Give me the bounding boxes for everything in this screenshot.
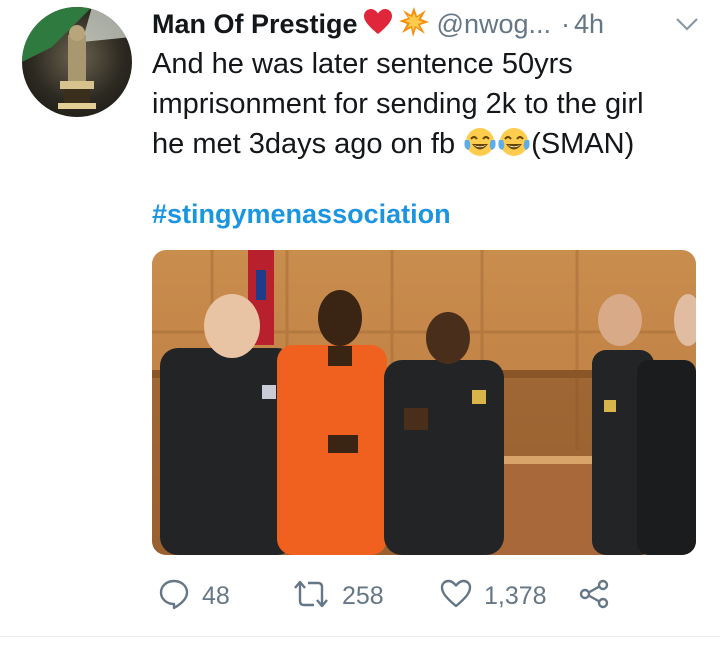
like-button[interactable]: 1,378 bbox=[440, 576, 547, 616]
face-with-tears-of-joy-emoji bbox=[497, 126, 531, 169]
reply-button[interactable]: 48 bbox=[158, 576, 230, 616]
reply-icon bbox=[158, 578, 190, 615]
red-heart-emoji bbox=[363, 8, 393, 41]
share-icon bbox=[578, 578, 610, 615]
courtroom-photo bbox=[152, 250, 696, 555]
separator-dot: · bbox=[561, 8, 571, 39]
retweet-icon bbox=[292, 579, 330, 614]
tweet-text-segment: (SMAN) bbox=[531, 128, 635, 160]
author-name[interactable]: Man Of Prestige bbox=[152, 9, 358, 40]
tweet-time[interactable]: 4h bbox=[574, 9, 604, 40]
tweet-text-line: he met 3days ago on fb (SMAN) bbox=[152, 124, 697, 169]
like-count: 1,378 bbox=[484, 581, 547, 610]
collision-emoji bbox=[398, 6, 430, 43]
heart-outline-icon bbox=[440, 579, 472, 614]
tweet-text-line: imprisonment for sending 2k to the girl bbox=[152, 88, 644, 120]
avatar-image bbox=[22, 7, 132, 109]
tweet-header: Man Of Prestige @nwog... · 4h bbox=[152, 4, 700, 44]
tweet-text-line: And he was later sentence 50yrs bbox=[152, 48, 573, 80]
tweet-photo[interactable] bbox=[152, 250, 696, 555]
retweet-count: 258 bbox=[342, 581, 384, 610]
retweet-button[interactable]: 258 bbox=[292, 576, 384, 616]
tweet-actions: 48 258 1,378 bbox=[152, 576, 720, 616]
reply-count: 48 bbox=[202, 581, 230, 610]
tweet-text-segment: he met 3days ago on fb bbox=[152, 128, 456, 160]
share-button[interactable] bbox=[578, 576, 610, 616]
avatar[interactable] bbox=[22, 7, 132, 117]
chevron-down-icon[interactable] bbox=[674, 14, 700, 34]
tweet-text: And he was later sentence 50yrs imprison… bbox=[152, 44, 697, 169]
divider bbox=[0, 636, 720, 637]
author-handle[interactable]: @nwog... bbox=[437, 9, 551, 40]
face-with-tears-of-joy-emoji bbox=[463, 126, 497, 169]
hashtag-link[interactable]: #stingymenassociation bbox=[152, 199, 451, 230]
